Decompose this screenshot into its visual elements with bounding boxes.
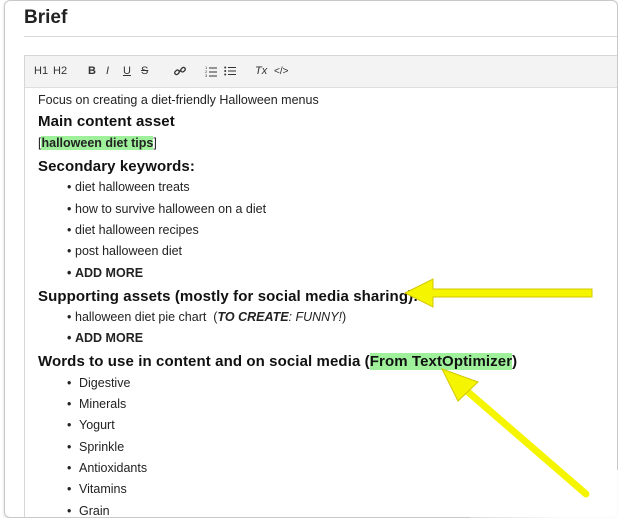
arrow-icon bbox=[440, 368, 590, 498]
arrow-icon bbox=[403, 278, 593, 308]
annotation-arrows bbox=[403, 278, 593, 498]
